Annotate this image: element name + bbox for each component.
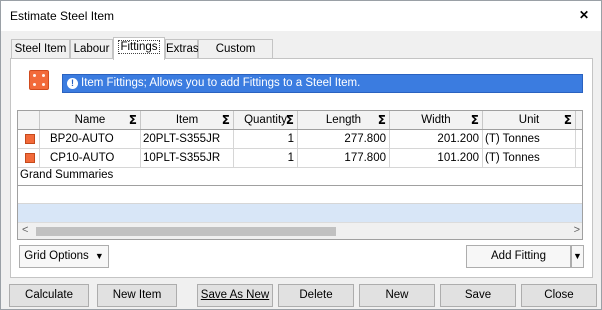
save-button[interactable]: Save (440, 284, 516, 307)
scroll-right-icon[interactable]: > (574, 224, 580, 236)
tab-extras[interactable]: Extras (165, 39, 199, 59)
title-bar: Estimate Steel Item ✕ (1, 1, 601, 31)
tab-labour[interactable]: Labour (70, 39, 113, 59)
column-label: Quantity (244, 114, 287, 126)
header-row-selector[interactable] (18, 111, 40, 129)
sum-icon[interactable]: Σ (129, 111, 137, 129)
tab-fittings[interactable]: Fittings (113, 37, 165, 60)
cell-unit[interactable]: (T) Tonnes (483, 149, 576, 167)
fitting-row-icon (25, 153, 35, 163)
dropdown-arrow-icon: ▼ (94, 251, 104, 261)
tab-label: Fittings (118, 40, 160, 54)
fittings-panel: ! Item Fittings; Allows you to add Fitti… (10, 58, 593, 278)
sum-icon[interactable]: Σ (222, 111, 230, 129)
grid-options-label: Grid Options (24, 250, 89, 262)
summary-divider (18, 185, 582, 186)
info-icon: ! (67, 78, 78, 89)
column-label: Width (421, 114, 451, 126)
add-fitting-dropdown[interactable]: ▼ (571, 245, 584, 268)
window-title: Estimate Steel Item (10, 9, 115, 23)
sum-icon[interactable]: Σ (286, 111, 294, 129)
cell-name[interactable]: BP20-AUTO (40, 130, 141, 148)
sum-icon[interactable]: Σ (378, 111, 386, 129)
scroll-left-icon[interactable]: < (22, 224, 28, 236)
estimate-steel-item-window: Estimate Steel Item ✕ Steel Item Labour … (0, 0, 602, 310)
save-as-new-button[interactable]: Save As New (197, 284, 273, 307)
column-label: Item (175, 114, 199, 126)
tab-label: Steel Item (14, 43, 67, 55)
grid-header: Name Σ Item Σ Quantity Σ Length Σ Width Σ Uni… (18, 111, 582, 130)
add-fitting-button[interactable]: Add Fitting (466, 245, 571, 268)
column-header-width[interactable]: Width Σ (390, 111, 483, 129)
new-item-button[interactable]: New Item (97, 284, 177, 307)
grid-options-button[interactable]: Grid Options ▼ (19, 245, 109, 268)
table-row[interactable]: BP20-AUTO 20PLT-S355JR 1 277.800 201.200… (18, 130, 582, 149)
column-label: Unit (518, 114, 540, 126)
tab-custom-fields[interactable]: Custom Fields (198, 39, 273, 73)
column-header-unit[interactable]: Unit Σ (483, 111, 576, 129)
cell-length[interactable]: 277.800 (298, 130, 390, 148)
cell-quantity[interactable]: 1 (234, 130, 298, 148)
column-label: Name (74, 114, 106, 126)
tab-label: Extras (166, 43, 199, 55)
dropdown-arrow-icon: ▼ (573, 251, 582, 261)
table-row[interactable]: CP10-AUTO 10PLT-S355JR 1 177.800 101.200… (18, 149, 582, 168)
new-button[interactable]: New (359, 284, 435, 307)
grand-summaries-label: Grand Summaries (20, 169, 114, 181)
fitting-plate-icon (29, 70, 49, 90)
calculate-button[interactable]: Calculate (9, 284, 89, 307)
cell-length[interactable]: 177.800 (298, 149, 390, 167)
delete-button[interactable]: Delete (278, 284, 354, 307)
add-fitting-label: Add Fitting (491, 250, 546, 262)
fitting-row-icon (25, 134, 35, 144)
fittings-grid[interactable]: Name Σ Item Σ Quantity Σ Length Σ Width Σ Uni… (17, 110, 583, 240)
column-header-quantity[interactable]: Quantity Σ (234, 111, 298, 129)
close-icon[interactable]: ✕ (579, 8, 589, 22)
column-header-name[interactable]: Name Σ (40, 111, 141, 129)
horizontal-scrollbar[interactable]: < > (18, 222, 582, 239)
cell-unit[interactable]: (T) Tonnes (483, 130, 576, 148)
sum-icon[interactable]: Σ (471, 111, 479, 129)
cell-quantity[interactable]: 1 (234, 149, 298, 167)
save-as-new-label: Save As New (200, 289, 270, 301)
info-banner: ! Item Fittings; Allows you to add Fitti… (62, 74, 583, 93)
row-selector[interactable] (18, 149, 40, 167)
cell-width[interactable]: 201.200 (390, 130, 483, 148)
row-selector[interactable] (18, 130, 40, 148)
sum-icon[interactable]: Σ (564, 111, 572, 129)
cell-item[interactable]: 10PLT-S355JR (141, 149, 234, 167)
tab-label: Labour (73, 43, 110, 55)
summary-band (18, 204, 582, 222)
column-label: Length (325, 114, 362, 126)
cell-name[interactable]: CP10-AUTO (40, 149, 141, 167)
cell-width[interactable]: 101.200 (390, 149, 483, 167)
info-text: Item Fittings; Allows you to add Fitting… (81, 77, 361, 89)
cell-item[interactable]: 20PLT-S355JR (141, 130, 234, 148)
close-button[interactable]: Close (521, 284, 597, 307)
tab-steel-item[interactable]: Steel Item (11, 39, 70, 59)
scroll-thumb[interactable] (36, 227, 336, 236)
column-header-item[interactable]: Item Σ (141, 111, 234, 129)
column-header-length[interactable]: Length Σ (298, 111, 390, 129)
